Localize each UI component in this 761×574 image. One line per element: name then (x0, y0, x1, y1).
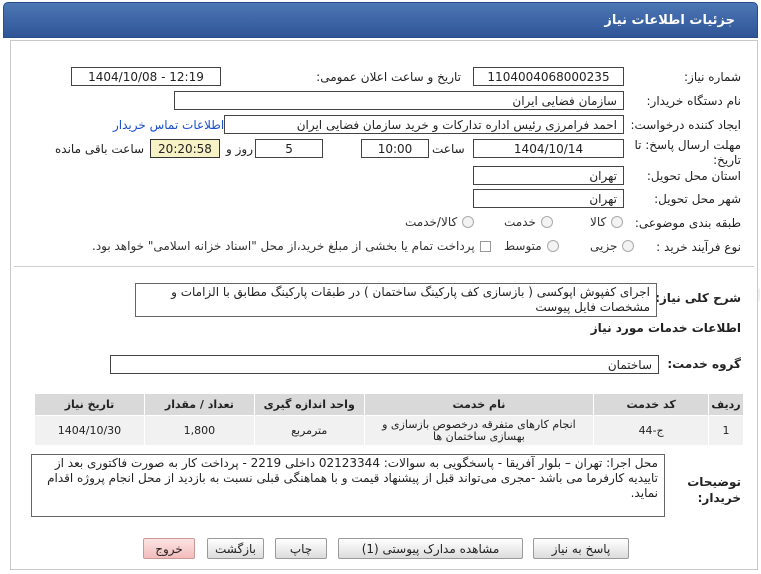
back-button[interactable]: بازگشت (207, 538, 264, 559)
col-header-code: کد خدمت (593, 393, 710, 416)
category-option-goods-service[interactable]: کالا/خدمت (405, 215, 475, 229)
remaining-label: ساعت باقی مانده (55, 142, 145, 156)
creator-field: احمد فرامرزی رئیس اداره تدارکات و خرید س… (224, 115, 624, 134)
page-title: جزئیات اطلاعات نیاز (604, 12, 735, 28)
process-option-medium[interactable]: متوسط (504, 239, 559, 253)
province-field: تهران (473, 166, 624, 185)
services-table: ردیف کد خدمت نام خدمت واحد اندازه گیری ت… (34, 393, 744, 446)
checkbox-icon[interactable] (479, 240, 491, 252)
radio-icon[interactable] (611, 216, 624, 228)
category-option-goods[interactable]: کالا (590, 215, 624, 229)
treasury-payment-option[interactable]: پرداخت تمام یا بخشی از مبلغ خرید،از محل … (92, 239, 491, 253)
radio-icon[interactable] (546, 240, 559, 252)
col-header-qty: تعداد / مقدار (143, 393, 255, 416)
cell-unit: مترمربع (253, 415, 365, 446)
radio-icon[interactable] (540, 216, 553, 228)
days-field: 5 (255, 139, 323, 158)
exit-button[interactable]: خروج (143, 538, 195, 559)
radio-icon[interactable] (622, 240, 635, 252)
city-label: شهر محل تحویل: (654, 192, 741, 206)
divider (14, 266, 754, 267)
view-attachments-button[interactable]: مشاهده مدارک پیوستی (1) (338, 538, 523, 559)
announce-field: 1404/10/08 - 12:19 (71, 67, 221, 86)
summary-label: شرح کلی نیاز: (655, 291, 741, 305)
col-header-date: تاریخ نیاز (34, 393, 145, 416)
summary-textarea: اجرای کفپوش اپوکسی ( بازسازی کف پارکینگ … (135, 283, 657, 317)
deadline-date-field: 1404/10/14 (473, 139, 624, 158)
col-header-unit: واحد اندازه گیری (253, 393, 365, 416)
services-section-title: اطلاعات خدمات مورد نیاز (590, 321, 741, 335)
time-label: ساعت (432, 142, 465, 156)
contact-buyer-link[interactable]: اطلاعات تماس خریدار (113, 118, 224, 132)
reply-button[interactable]: پاسخ به نیاز (533, 538, 629, 559)
print-button[interactable]: چاپ (275, 538, 327, 559)
buyer-org-label: نام دستگاه خریدار: (646, 94, 742, 108)
category-option-service[interactable]: خدمت (504, 215, 553, 229)
service-group-field: ساختمان (110, 355, 659, 374)
announce-label: تاریخ و ساعت اعلان عمومی: (316, 70, 461, 84)
service-group-label: گروه خدمت: (667, 357, 741, 371)
days-label: روز و (226, 142, 253, 156)
province-label: استان محل تحویل: (646, 169, 741, 183)
cell-date: 1404/10/30 (34, 415, 145, 446)
creator-label: ایجاد کننده درخواست: (630, 118, 741, 132)
table-row: 1 ج-44 انجام کارهای متفرقه درخصوص بازساز… (34, 415, 744, 446)
cell-code: ج-44 (593, 415, 710, 446)
city-field: تهران (473, 189, 624, 208)
buyer-notes-label: توضیحات خریدار: (687, 475, 741, 505)
col-header-name: نام خدمت (363, 393, 595, 416)
cell-qty: 1,800 (143, 415, 255, 446)
page-header: جزئیات اطلاعات نیاز (3, 2, 758, 38)
col-header-row: ردیف (708, 393, 744, 416)
need-number-label: شماره نیاز: (684, 70, 741, 84)
deadline-time-field: 10:00 (361, 139, 429, 158)
buyer-org-field: سازمان فضایی ایران (174, 91, 624, 110)
category-label: طبقه بندی موضوعی: (634, 216, 741, 230)
deadline-label: مهلت ارسال پاسخ: تا تاریخ: (634, 138, 741, 167)
remaining-time-field: 20:20:58 (150, 139, 220, 158)
process-label: نوع فرآیند خرید : (656, 240, 741, 254)
radio-icon[interactable] (462, 216, 475, 228)
buyer-notes-textarea: محل اجرا: تهران – بلوار آفریقا - پاسخگوی… (31, 454, 665, 517)
cell-row: 1 (708, 415, 744, 446)
need-number-field: 1104004068000235 (473, 67, 624, 86)
cell-name: انجام کارهای متفرقه درخصوص بازسازی و بهس… (363, 415, 595, 446)
process-option-minor[interactable]: جزیی (590, 239, 635, 253)
